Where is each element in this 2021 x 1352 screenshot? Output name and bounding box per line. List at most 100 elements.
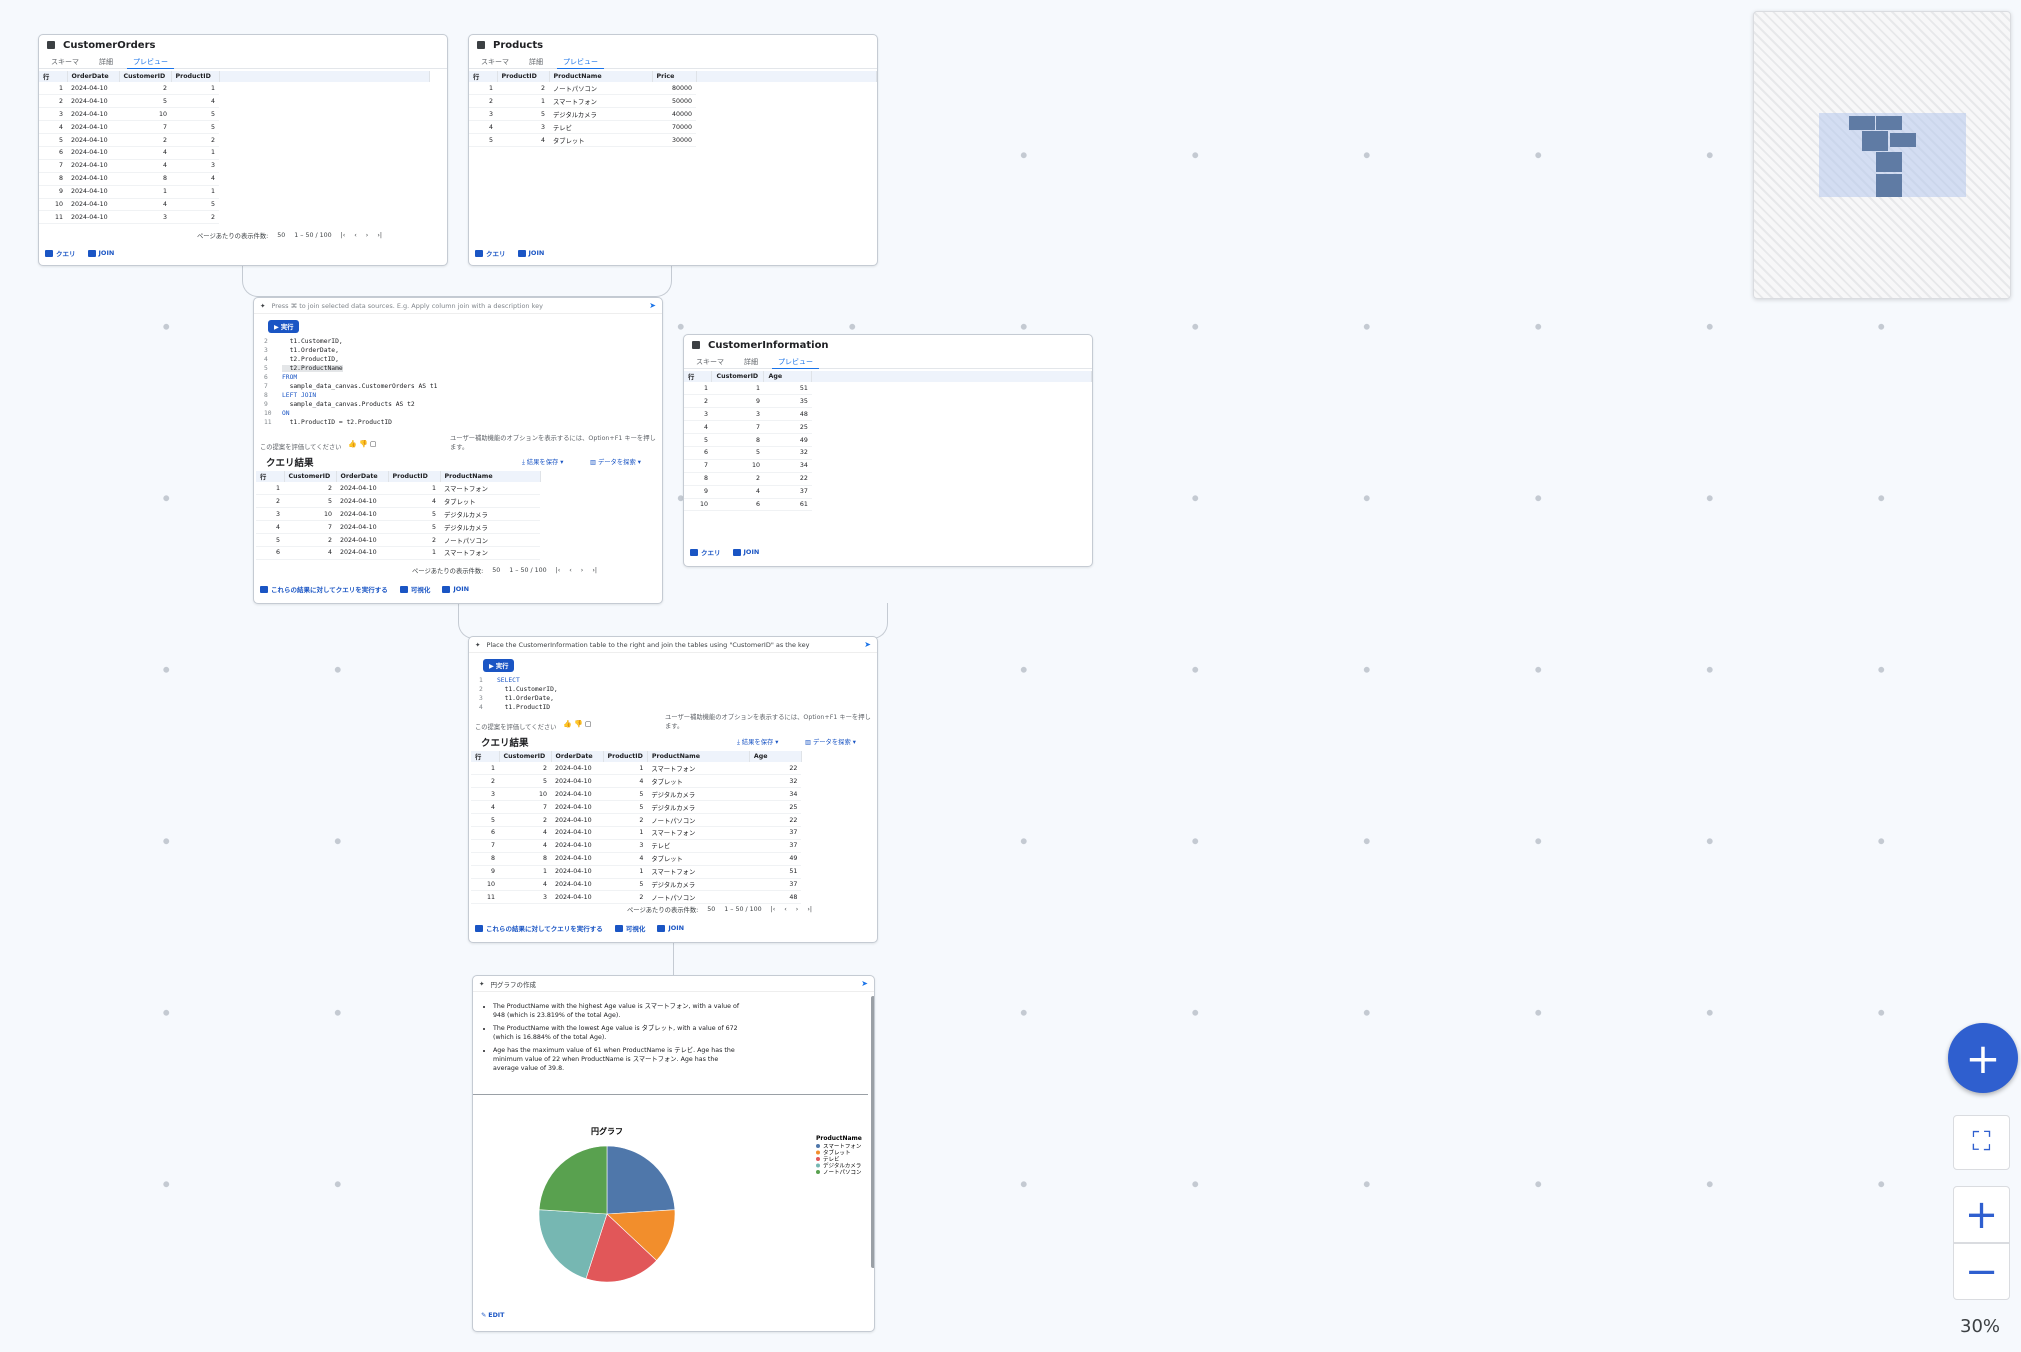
first-page-icon[interactable]: |‹ xyxy=(771,906,776,913)
column-header[interactable]: CustomerID xyxy=(711,371,765,382)
feedback-icons[interactable]: 👍 👎 ▢ xyxy=(563,720,592,728)
table-row[interactable]: 4 3 テレビ 70000 xyxy=(469,120,876,135)
column-header[interactable]: ProductID xyxy=(388,471,441,482)
join-button[interactable]: JOIN xyxy=(442,585,469,593)
table-row[interactable]: 9 4 37 xyxy=(684,485,1092,499)
table-row[interactable]: 11 3 2024-04-10 2 ノートパソコン 48 xyxy=(471,890,802,905)
feedback-icons[interactable]: 👍 👎 ▢ xyxy=(348,440,377,448)
visualize-button[interactable]: 可視化 xyxy=(614,923,645,933)
join-button[interactable]: JOIN xyxy=(87,249,114,257)
table-row[interactable]: 6 4 2024-04-10 1 スマートフォン 37 xyxy=(471,826,802,840)
tab-schema[interactable]: スキーマ xyxy=(690,355,730,369)
table-row[interactable]: 2 1 スマートフォン 50000 xyxy=(469,94,876,109)
table-row[interactable]: 2 5 2024-04-10 4 タブレット xyxy=(256,494,540,509)
column-header[interactable]: OrderDate xyxy=(336,471,389,482)
table-row[interactable]: 4 7 2024-04-10 5 デジタルカメラ 25 xyxy=(471,800,802,815)
prev-page-icon[interactable]: ‹ xyxy=(354,232,357,239)
column-header[interactable]: CustomerID xyxy=(284,471,337,482)
column-header[interactable]: CustomerID xyxy=(119,71,172,82)
table-row[interactable]: 2 5 2024-04-10 4 タブレット 32 xyxy=(471,774,802,789)
column-header[interactable]: Age xyxy=(749,751,802,762)
column-header[interactable]: 行 xyxy=(684,371,713,382)
table-row[interactable]: 1 2 2024-04-10 1 スマートフォン xyxy=(256,482,540,496)
table-row[interactable]: 3 10 2024-04-10 5 デジタルカメラ xyxy=(256,507,540,522)
tab-details[interactable]: 詳細 xyxy=(738,355,764,369)
prev-page-icon[interactable]: ‹ xyxy=(569,567,572,574)
prompt-text[interactable]: Place the CustomerInformation table to t… xyxy=(486,641,809,649)
column-header[interactable]: Price xyxy=(652,71,697,82)
pie-slice[interactable] xyxy=(538,1145,608,1215)
minimap[interactable] xyxy=(1753,11,2011,299)
page-size-select[interactable]: 50 xyxy=(492,567,500,574)
column-header[interactable]: 行 xyxy=(469,71,498,82)
query-button[interactable]: クエリ xyxy=(690,547,721,557)
table-row[interactable]: 3 2024-04-10 10 5 xyxy=(39,107,429,122)
query-button[interactable]: クエリ xyxy=(475,248,506,258)
prompt-text[interactable]: 円グラフの作成 xyxy=(490,979,536,989)
tab-details[interactable]: 詳細 xyxy=(93,55,119,69)
edit-button[interactable]: ✎ EDIT xyxy=(481,1312,504,1319)
fit-view-button[interactable]: ⛶ xyxy=(1953,1115,2010,1170)
zoom-in-button[interactable]: + xyxy=(1953,1186,2010,1243)
run-button[interactable]: ▶ 実行 xyxy=(268,320,300,333)
card-header[interactable]: CustomerOrders xyxy=(39,35,447,55)
table-row[interactable]: 6 2024-04-10 4 1 xyxy=(39,146,429,160)
prompt-bar[interactable]: ✦ Place the CustomerInformation table to … xyxy=(469,637,877,653)
run-query-on-results-button[interactable]: これらの結果に対してクエリを実行する xyxy=(475,923,603,933)
send-icon[interactable]: ➤ xyxy=(649,301,656,310)
prev-page-icon[interactable]: ‹ xyxy=(784,906,787,913)
zoom-out-button[interactable]: − xyxy=(1953,1243,2010,1300)
table-row[interactable]: 1 2 2024-04-10 1 スマートフォン 22 xyxy=(471,762,802,776)
prompt-bar[interactable]: ✦ Press ⌘ to join selected data sources. … xyxy=(254,298,662,314)
query1-card[interactable]: ✦ Press ⌘ to join selected data sources. … xyxy=(253,297,663,604)
column-header[interactable]: OrderDate xyxy=(551,751,604,762)
run-button[interactable]: ▶ 実行 xyxy=(483,659,515,672)
table-row[interactable]: 3 5 デジタルカメラ 40000 xyxy=(469,107,876,122)
products-card[interactable]: Products スキーマ 詳細 プレビュー 行 ProductID Produ… xyxy=(468,34,878,266)
explore-data-button[interactable]: ▥ データを探索 ▾ xyxy=(590,457,641,466)
card-header[interactable]: CustomerInformation xyxy=(684,335,1092,355)
table-row[interactable]: 7 10 34 xyxy=(684,459,1092,473)
last-page-icon[interactable]: ›| xyxy=(592,567,597,574)
table-row[interactable]: 10 2024-04-10 4 5 xyxy=(39,198,429,212)
table-row[interactable]: 11 2024-04-10 3 2 xyxy=(39,210,429,225)
visualize-button[interactable]: 可視化 xyxy=(399,584,430,594)
first-page-icon[interactable]: |‹ xyxy=(341,232,346,239)
run-query-on-results-button[interactable]: これらの結果に対してクエリを実行する xyxy=(260,584,388,594)
table-row[interactable]: 4 2024-04-10 7 5 xyxy=(39,120,429,135)
customer-orders-card[interactable]: CustomerOrders スキーマ 詳細 プレビュー 行 OrderDate… xyxy=(38,34,448,266)
table-row[interactable]: 6 5 32 xyxy=(684,446,1092,460)
table-row[interactable]: 1 1 51 xyxy=(684,382,1092,396)
join-button[interactable]: JOIN xyxy=(657,924,684,932)
join-button[interactable]: JOIN xyxy=(517,249,544,257)
page-size-select[interactable]: 50 xyxy=(277,232,285,239)
table-row[interactable]: 9 2024-04-10 1 1 xyxy=(39,185,429,199)
table-row[interactable]: 6 4 2024-04-10 1 スマートフォン xyxy=(256,546,540,560)
table-row[interactable]: 2 2024-04-10 5 4 xyxy=(39,94,429,109)
column-header[interactable]: ProductName xyxy=(549,71,653,82)
customer-information-card[interactable]: CustomerInformation スキーマ 詳細 プレビュー 行 Cust… xyxy=(683,334,1093,567)
column-header[interactable]: CustomerID xyxy=(499,751,552,762)
first-page-icon[interactable]: |‹ xyxy=(556,567,561,574)
pie-slice[interactable] xyxy=(606,1145,676,1215)
tab-schema[interactable]: スキーマ xyxy=(475,55,515,69)
column-header[interactable]: ProductID xyxy=(603,751,648,762)
save-results-button[interactable]: ⤓ 結果を保存 ▾ xyxy=(522,457,563,467)
table-row[interactable]: 5 2024-04-10 2 2 xyxy=(39,133,429,147)
column-header[interactable]: 行 xyxy=(256,471,285,482)
prompt-text[interactable]: Press ⌘ to join selected data sources. E… xyxy=(271,302,543,310)
next-page-icon[interactable]: › xyxy=(581,567,584,574)
column-header[interactable]: Age xyxy=(763,371,813,382)
card-header[interactable]: Products xyxy=(469,35,877,55)
table-row[interactable]: 10 6 61 xyxy=(684,498,1092,512)
table-row[interactable]: 3 10 2024-04-10 5 デジタルカメラ 34 xyxy=(471,787,802,802)
last-page-icon[interactable]: ›| xyxy=(377,232,382,239)
save-results-button[interactable]: ⤓ 結果を保存 ▾ xyxy=(737,737,778,747)
table-row[interactable]: 4 7 2024-04-10 5 デジタルカメラ xyxy=(256,520,540,535)
table-row[interactable]: 3 3 48 xyxy=(684,407,1092,422)
column-header[interactable]: OrderDate xyxy=(67,71,120,82)
table-row[interactable]: 5 2 2024-04-10 2 ノートパソコン xyxy=(256,533,540,547)
table-row[interactable]: 5 4 タブレット 30000 xyxy=(469,133,876,147)
visualization-card[interactable]: ✦ 円グラフの作成 ➤ The ProductName with the highe… xyxy=(472,975,875,1332)
table-row[interactable]: 10 4 2024-04-10 5 デジタルカメラ 37 xyxy=(471,878,802,892)
